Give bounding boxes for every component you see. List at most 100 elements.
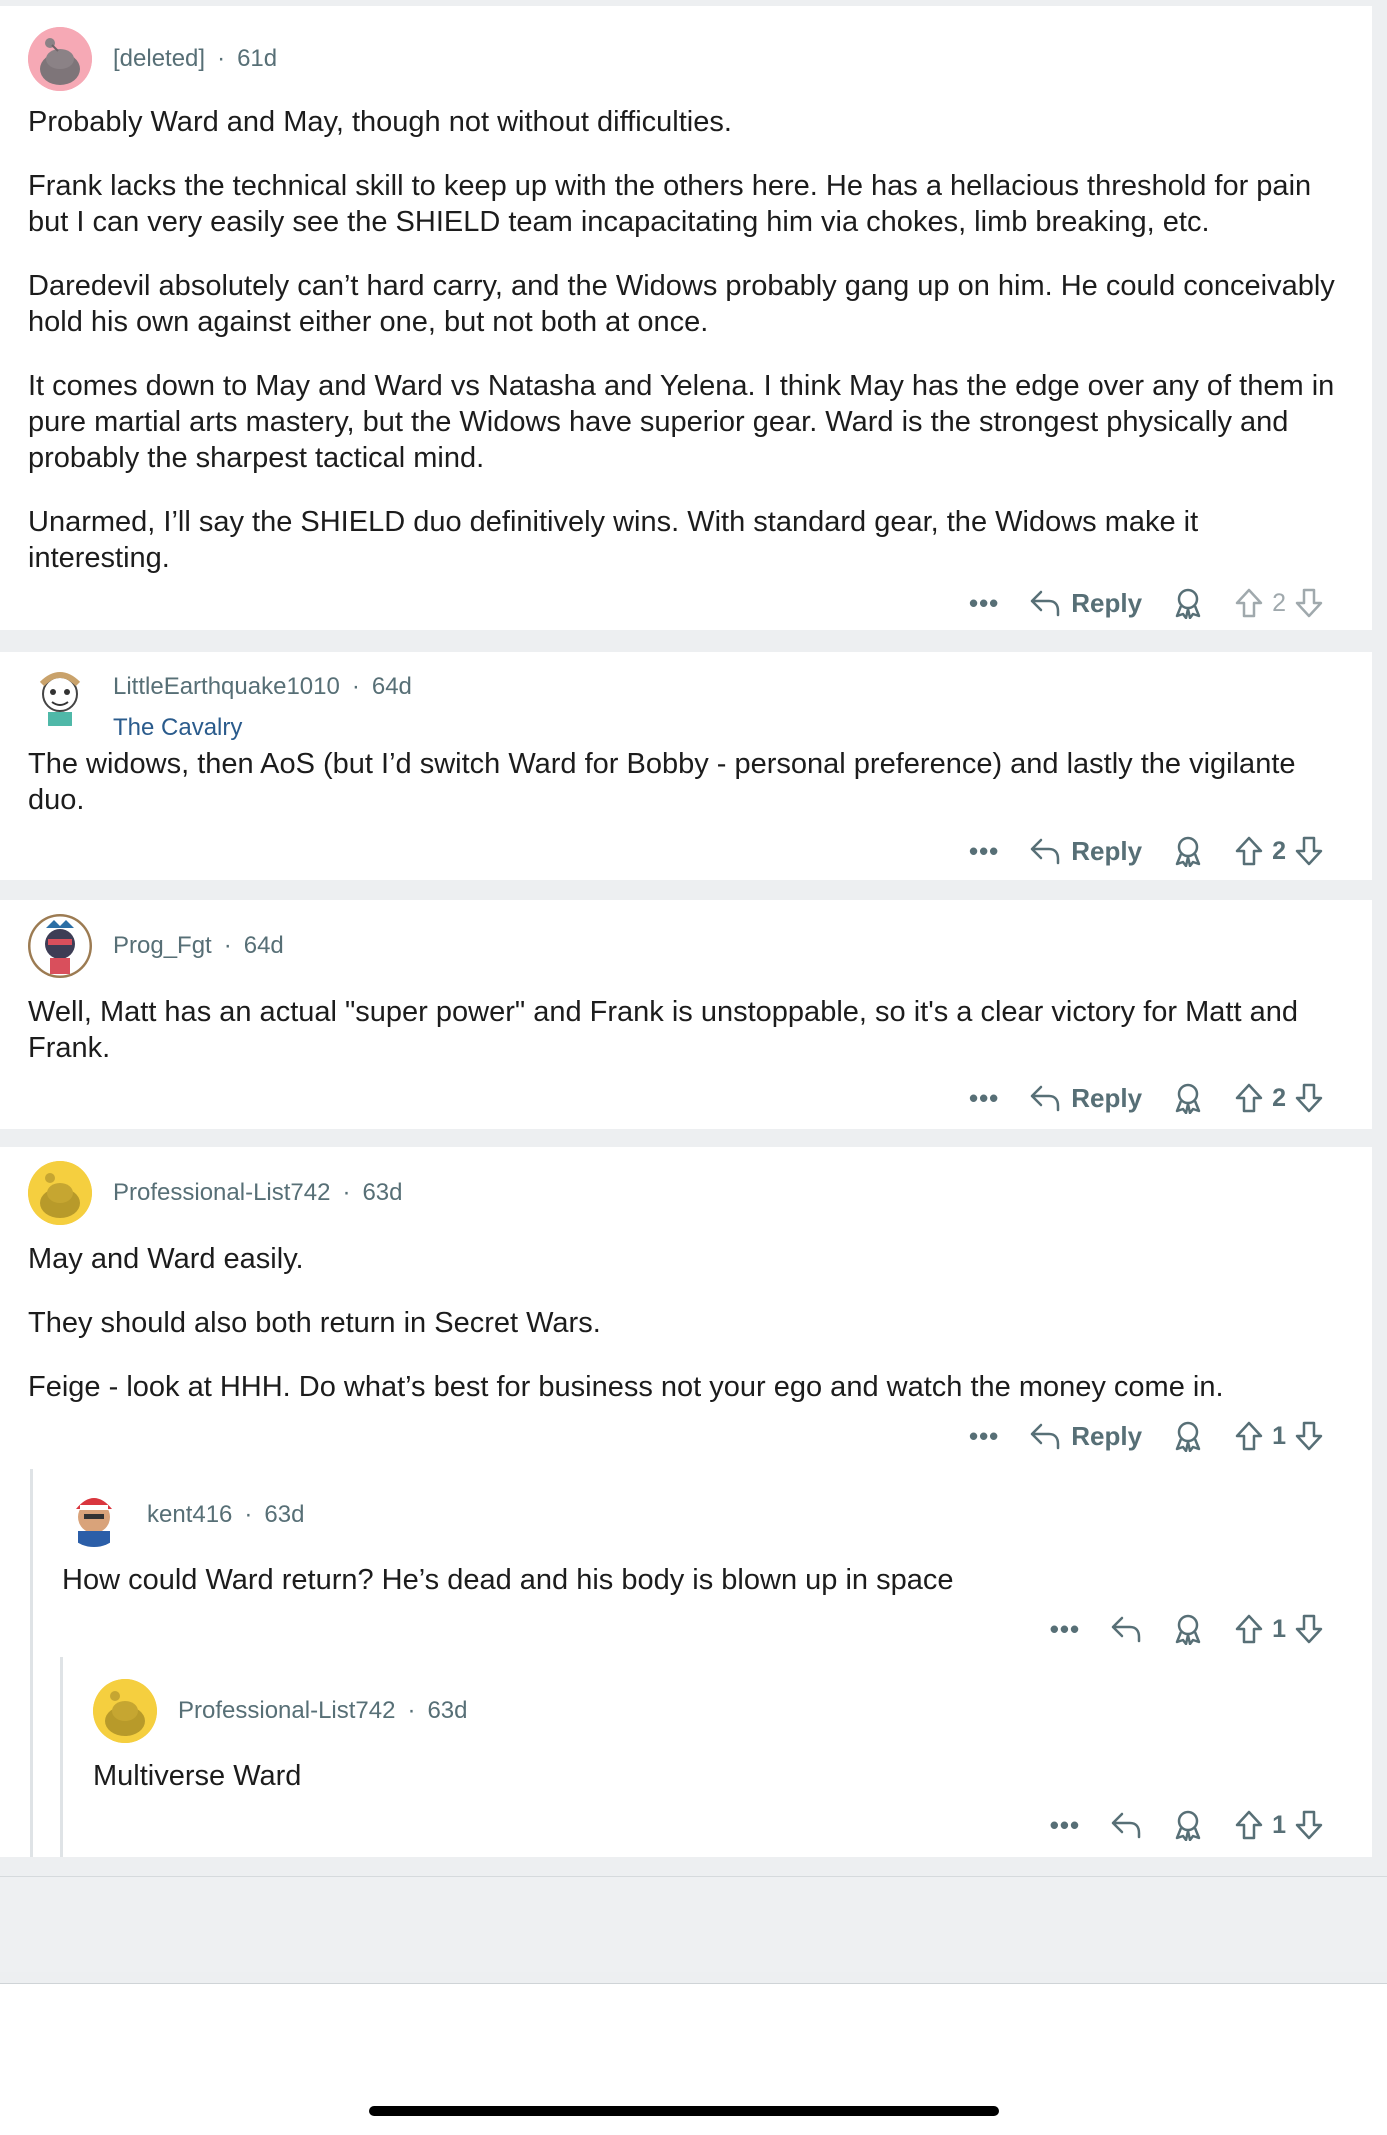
- upvote-icon[interactable]: [1234, 1420, 1264, 1452]
- separator: ·: [244, 1501, 253, 1528]
- separator: ·: [407, 1697, 416, 1724]
- username[interactable]: Professional-List742: [113, 1179, 330, 1207]
- avatar[interactable]: [93, 1679, 157, 1743]
- award-icon[interactable]: [1172, 1809, 1204, 1841]
- vote-score: 2: [1272, 836, 1286, 865]
- username[interactable]: kent416: [147, 1501, 232, 1529]
- comment-paragraph: May and Ward easily.: [28, 1243, 304, 1275]
- separator: ·: [217, 45, 226, 72]
- comment-header: Professional-List742 · 63d: [28, 1161, 403, 1225]
- reply-label: Reply: [1071, 1420, 1143, 1451]
- comment-age: 64d: [243, 932, 284, 959]
- reply-label: Reply: [1071, 587, 1143, 618]
- downvote-icon[interactable]: [1294, 1613, 1324, 1645]
- comment-age: 64d: [371, 673, 412, 700]
- reply-arrow-icon: [1031, 590, 1060, 617]
- feed-bottom-spacer: [0, 1876, 1387, 1972]
- downvote-icon[interactable]: [1294, 1082, 1324, 1114]
- comment-body: May and Ward easily. They should also bo…: [28, 1241, 1348, 1433]
- more-icon[interactable]: •••: [969, 588, 999, 619]
- more-icon[interactable]: •••: [1050, 1614, 1080, 1645]
- separator: ·: [223, 932, 232, 959]
- vote-control: 2: [1234, 587, 1324, 619]
- avatar[interactable]: [28, 27, 92, 91]
- more-icon[interactable]: •••: [1050, 1810, 1080, 1841]
- vote-control: 1: [1234, 1420, 1324, 1452]
- vote-score: 2: [1272, 588, 1286, 617]
- award-icon[interactable]: [1172, 1082, 1204, 1114]
- username[interactable]: LittleEarthquake1010: [113, 673, 340, 701]
- comment-paragraph: How could Ward return? He’s dead and his…: [62, 1564, 954, 1596]
- reply-arrow-icon: [1031, 1085, 1060, 1112]
- reply-button[interactable]: [1110, 1614, 1142, 1644]
- avatar[interactable]: [28, 914, 92, 978]
- more-icon[interactable]: •••: [969, 836, 999, 867]
- comment-card: Professional-List742 · 63d May and Ward …: [0, 1147, 1372, 1857]
- comment-actions: ••• Reply 1: [939, 1416, 1324, 1456]
- comment-actions: ••• Reply 2: [939, 583, 1324, 623]
- more-icon[interactable]: •••: [969, 1421, 999, 1452]
- reply-label: Reply: [1071, 835, 1143, 866]
- comment-age: 63d: [362, 1179, 403, 1206]
- comment-header: [deleted] · 61d: [28, 27, 277, 91]
- vote-score: 1: [1272, 1614, 1286, 1643]
- reply-button[interactable]: Reply: [1029, 588, 1142, 619]
- comment-paragraph: Feige - look at HHH. Do what’s best for …: [28, 1371, 1224, 1403]
- downvote-icon[interactable]: [1294, 1809, 1324, 1841]
- avatar[interactable]: [28, 664, 92, 728]
- comment-header: Prog_Fgt · 64d: [28, 914, 284, 978]
- reply-actions: ••• 1: [1020, 1805, 1324, 1845]
- username[interactable]: Prog_Fgt: [113, 932, 212, 960]
- award-icon[interactable]: [1172, 1420, 1204, 1452]
- reply-button[interactable]: [1110, 1810, 1142, 1840]
- comment-paragraph: Unarmed, I’ll say the SHIELD duo definit…: [28, 506, 1199, 574]
- avatar[interactable]: [62, 1483, 126, 1547]
- avatar[interactable]: [28, 1161, 92, 1225]
- comment-paragraph: They should also both return in Secret W…: [28, 1307, 601, 1339]
- vote-score: 1: [1272, 1421, 1286, 1450]
- comment-paragraph: Multiverse Ward: [93, 1760, 302, 1792]
- upvote-icon[interactable]: [1234, 1613, 1264, 1645]
- thread-line[interactable]: [30, 1469, 33, 1857]
- comment-paragraph: It comes down to May and Ward vs Natasha…: [28, 370, 1335, 474]
- username[interactable]: [deleted]: [113, 45, 205, 73]
- upvote-icon[interactable]: [1234, 587, 1264, 619]
- upvote-icon[interactable]: [1234, 1082, 1264, 1114]
- thread-line[interactable]: [60, 1657, 63, 1857]
- award-icon[interactable]: [1172, 835, 1204, 867]
- upvote-icon[interactable]: [1234, 1809, 1264, 1841]
- reply-header: Professional-List742 · 63d: [93, 1679, 468, 1743]
- reply-button[interactable]: Reply: [1029, 1083, 1142, 1114]
- comment-actions: ••• Reply 2: [939, 1078, 1324, 1118]
- comment-actions: ••• Reply 2: [939, 831, 1324, 871]
- comment-paragraph: Daredevil absolutely can’t hard carry, a…: [28, 270, 1335, 338]
- comment-card: LittleEarthquake1010 · 64d The Cavalry T…: [0, 652, 1372, 880]
- downvote-icon[interactable]: [1294, 587, 1324, 619]
- upvote-icon[interactable]: [1234, 835, 1264, 867]
- reply-arrow-icon: [1031, 1423, 1060, 1450]
- award-icon[interactable]: [1172, 1613, 1204, 1645]
- user-flair: The Cavalry: [113, 714, 243, 741]
- comment-paragraph: Well, Matt has an actual "super power" a…: [28, 996, 1298, 1064]
- comment-card: [deleted] · 61d Probably Ward and May, t…: [0, 6, 1372, 630]
- comment-paragraph: Probably Ward and May, though not withou…: [28, 106, 732, 138]
- reply-arrow-icon: [1111, 1616, 1141, 1643]
- downvote-icon[interactable]: [1294, 835, 1324, 867]
- reply-arrow-icon: [1111, 1812, 1141, 1839]
- reply-button[interactable]: Reply: [1029, 1421, 1142, 1452]
- comment-header: LittleEarthquake1010 · 64d The Cavalry: [28, 664, 412, 741]
- vote-control: 2: [1234, 1082, 1324, 1114]
- reply-button[interactable]: Reply: [1029, 836, 1142, 867]
- vote-score: 1: [1272, 1810, 1286, 1839]
- downvote-icon[interactable]: [1294, 1420, 1324, 1452]
- award-icon[interactable]: [1172, 587, 1204, 619]
- more-icon[interactable]: •••: [969, 1083, 999, 1114]
- vote-score: 2: [1272, 1083, 1286, 1112]
- username[interactable]: Professional-List742: [178, 1697, 395, 1725]
- comment-paragraph: Frank lacks the technical skill to keep …: [28, 170, 1312, 238]
- home-indicator[interactable]: [369, 2106, 999, 2116]
- comment-card: Prog_Fgt · 64d Well, Matt has an actual …: [0, 900, 1372, 1129]
- vote-control: 1: [1234, 1613, 1324, 1645]
- vote-control: 1: [1234, 1809, 1324, 1841]
- comment-age: 63d: [427, 1697, 468, 1724]
